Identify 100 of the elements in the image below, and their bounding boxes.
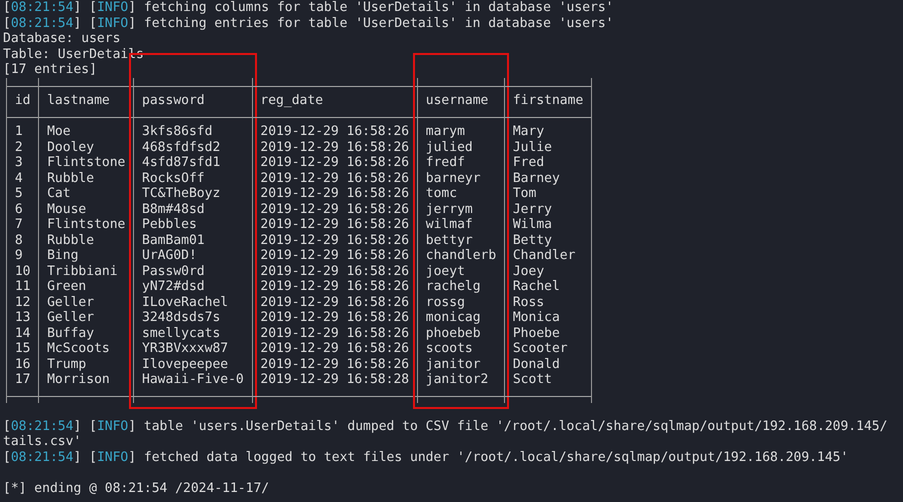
table-cell-text: 2019-12-29 16:58:26	[259, 279, 410, 294]
table-cell-text: Cat	[46, 186, 72, 202]
column-header: id	[14, 93, 32, 108]
table-cell-text: marym	[424, 124, 466, 140]
table-cell-text: 2019-12-29 16:58:26	[259, 202, 410, 217]
table-cell-text: phoebeb	[424, 326, 482, 341]
table-cell-text: 2019-12-29 16:58:26	[259, 124, 410, 140]
table-cell-text: 2019-12-29 16:58:26	[259, 232, 410, 248]
table-cell-text: Fred	[512, 155, 546, 170]
table-cell-text: ILoveRachel	[141, 294, 230, 310]
table-cell-text: jerrym	[424, 202, 474, 217]
table-cell-text: Ross	[512, 294, 546, 310]
column-header: firstname	[512, 93, 584, 108]
table-cell-text: Rubble	[46, 170, 96, 186]
table-cell-text: bettyr	[424, 232, 474, 248]
table-cell-text: Trump	[46, 356, 88, 372]
table-cell-text: 9	[14, 248, 24, 264]
table-cell-text: 15	[14, 341, 32, 356]
log-line: [08:21:54] [INFO] fetched data logged to text files under '/root/.local/share/sqlmap/output/192.168.209.145'	[3, 450, 850, 465]
table-cell-text: Ilovepeepee	[141, 356, 230, 372]
table-cell-text: Flintstone	[46, 217, 126, 232]
table-cell-text: Flintstone	[46, 155, 126, 170]
table-cell-text: 1	[14, 124, 24, 140]
table-cell-text: 4	[14, 170, 24, 186]
table-cell-text: Mary	[512, 124, 546, 140]
table-cell-text: Scott	[512, 372, 553, 388]
table-cell-text: 2019-12-29 16:58:26	[259, 341, 410, 356]
table-cell-text: Joey	[512, 264, 546, 279]
table-cell-text: BamBam01	[141, 232, 206, 248]
table-cell-text: Dooley	[46, 140, 96, 155]
table-cell-text: Betty	[512, 232, 553, 248]
table-cell-text: wilmaf	[424, 217, 474, 232]
table-cell-text: Pebbles	[141, 217, 198, 232]
table-cell-text: TC&TheBoyz	[141, 186, 222, 202]
log-line: [08:21:54] [INFO] table 'users.UserDetails' dumped to CSV file '/root/.local/share/sqlmap/output/192.168.209.145/	[3, 418, 888, 434]
table-cell-text: Donald	[512, 356, 561, 372]
table-cell-text: B8m#48sd	[141, 202, 206, 217]
table-cell-text: Rubble	[46, 232, 96, 248]
table-cell-text: 2019-12-29 16:58:26	[259, 248, 410, 264]
log-line: tails.csv'	[3, 434, 82, 450]
table-cell-text: janitor	[424, 356, 482, 372]
table-cell-text: janitor2	[424, 372, 490, 388]
table-cell-text: yN72#dsd	[141, 279, 206, 294]
log-line: [08:21:54] [INFO] fetching entries for table 'UserDetails' in database 'users'	[3, 16, 615, 31]
table-cell-text: 3	[14, 155, 24, 170]
table-cell-text: Chandler	[512, 248, 576, 264]
table-cell-text: 2019-12-29 16:58:26	[259, 186, 410, 202]
table-cell-text: 2019-12-29 16:58:26	[259, 294, 410, 310]
table-cell-text: Green	[46, 279, 88, 294]
column-header: reg_date	[259, 93, 324, 108]
table-cell-text: 14	[14, 326, 32, 341]
log-line: [08:21:54] [INFO] fetching columns for table 'UserDetails' in database 'users'	[3, 0, 615, 16]
table-cell-text: Buffay	[46, 326, 96, 341]
table-cell-text: rossg	[424, 294, 466, 310]
table-cell-text: scoots	[424, 341, 474, 356]
table-cell-text: 2	[14, 140, 24, 155]
table-cell-text: 4sfd87sfd1	[141, 155, 222, 170]
column-header: password	[141, 93, 206, 108]
column-header: lastname	[46, 93, 111, 108]
table-cell-text: Mouse	[46, 202, 88, 217]
table-cell-text: Morrison	[46, 372, 111, 388]
table-cell-text: 2019-12-29 16:58:26	[259, 217, 410, 232]
table-cell-text: Tribbiani	[46, 264, 119, 279]
table-cell-text: 5	[14, 186, 24, 202]
table-cell-text: YR3BVxxxw87	[141, 341, 230, 356]
table-cell-text: 2019-12-29 16:58:26	[259, 155, 410, 170]
table-cell-text: 7	[14, 217, 24, 232]
table-cell-text: 2019-12-29 16:58:26	[259, 140, 410, 155]
table-cell-text: Jerry	[512, 202, 553, 217]
table-cell-text: 2019-12-29 16:58:26	[259, 356, 410, 372]
table-cell-text: Rachel	[512, 279, 561, 294]
table-cell-text: McScoots	[46, 341, 111, 356]
table-cell-text: rachelg	[424, 279, 482, 294]
table-cell-text: Geller	[46, 310, 96, 326]
output-line: Table: UserDetails	[3, 46, 145, 62]
table-cell-text: Bing	[46, 248, 80, 264]
table-cell-text: RocksOff	[141, 170, 206, 186]
table-cell-text: Wilma	[512, 217, 553, 232]
table-cell-text: 2019-12-29 16:58:26	[259, 326, 410, 341]
table-cell-text: UrAG0D!	[141, 248, 198, 264]
output-line: Database: users	[3, 31, 122, 46]
table-cell-text: Scooter	[512, 341, 569, 356]
table-cell-text: 13	[14, 310, 32, 326]
table-cell-text: 3kfs86sfd	[141, 124, 214, 140]
table-cell-text: 11	[14, 279, 32, 294]
table-cell-text: 16	[14, 356, 32, 372]
table-cell-text: monicag	[424, 310, 482, 326]
log-line: [*] ending @ 08:21:54 /2024-11-17/	[3, 480, 270, 496]
output-line: [17 entries]	[3, 62, 98, 78]
table-cell-text: Tom	[512, 186, 538, 202]
table-cell-text: 468sfdfsd2	[141, 140, 222, 155]
column-header: username	[424, 93, 490, 108]
table-cell-text: Phoebe	[512, 326, 561, 341]
table-cell-text: 12	[14, 294, 32, 310]
table-cell-text: 17	[14, 372, 32, 388]
table-cell-text: tomc	[424, 186, 458, 202]
table-cell-text: 8	[14, 232, 24, 248]
table-cell-text: fredf	[424, 155, 466, 170]
table-cell-text: Passw0rd	[141, 264, 206, 279]
table-cell-text: Geller	[46, 294, 96, 310]
